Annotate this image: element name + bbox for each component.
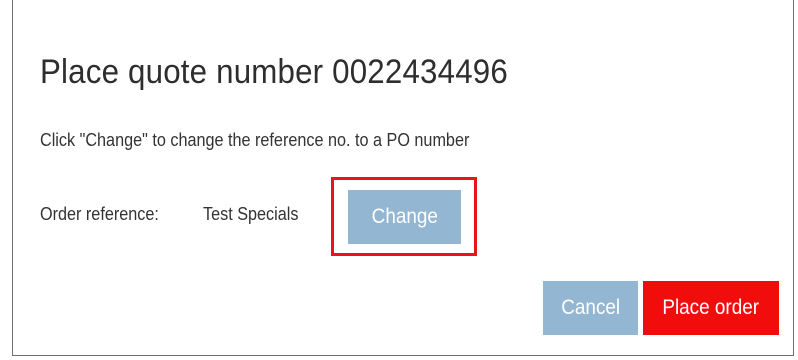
instruction-text: Click "Change" to change the reference n… [40,130,470,150]
change-button-label: Change [371,205,438,228]
cancel-button-label: Cancel [561,296,620,319]
change-button[interactable]: Change [348,190,461,244]
dialog-title: Place quote number 0022434496 [40,53,508,91]
place-order-button[interactable]: Place order [643,281,779,335]
cancel-button[interactable]: Cancel [543,281,638,335]
place-order-button-label: Place order [662,296,760,319]
order-reference-value: Test Specials [203,204,299,224]
order-reference-label: Order reference: [40,204,159,224]
place-quote-dialog: Place quote number 0022434496 Click "Cha… [12,0,794,356]
page: Place quote number 0022434496 Click "Cha… [0,0,798,360]
